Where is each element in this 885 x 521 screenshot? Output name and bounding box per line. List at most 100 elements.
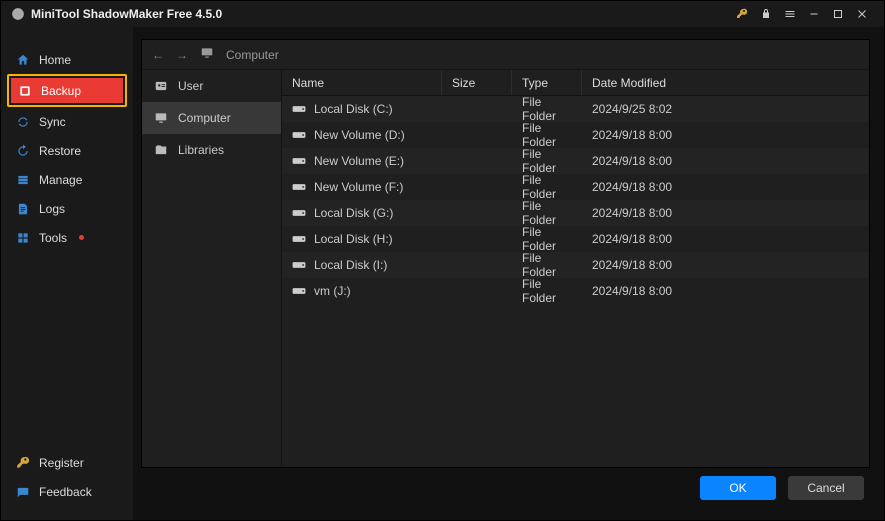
user-card-icon xyxy=(154,79,168,93)
sidebar-item-label: Manage xyxy=(39,173,82,187)
titlebar-minimize-button[interactable] xyxy=(802,4,826,24)
file-row[interactable]: New Volume (F:)File Folder2024/9/18 8:00 xyxy=(282,174,869,200)
manage-icon xyxy=(15,172,31,188)
sidebar-item-label: Restore xyxy=(39,144,81,158)
sidebar-item-feedback[interactable]: Feedback xyxy=(1,477,133,506)
computer-icon xyxy=(200,46,214,63)
restore-icon xyxy=(15,143,31,159)
dialog-footer: OK Cancel xyxy=(141,468,870,508)
file-row[interactable]: Local Disk (I:)File Folder2024/9/18 8:00 xyxy=(282,252,869,278)
file-row[interactable]: Local Disk (C:)File Folder2024/9/25 8:02 xyxy=(282,96,869,122)
file-type: File Folder xyxy=(512,226,582,252)
nav-forward-button[interactable]: → xyxy=(176,48,188,62)
tree-item-label: Libraries xyxy=(178,143,224,157)
notification-dot-icon xyxy=(79,235,84,240)
app-logo-icon xyxy=(11,7,25,21)
sidebar-item-tools[interactable]: Tools xyxy=(1,223,133,252)
libraries-icon xyxy=(154,143,168,157)
file-row[interactable]: Local Disk (H:) File Folder2024/9/18 8:00 xyxy=(282,226,869,252)
drive-icon xyxy=(292,286,306,296)
drive-icon xyxy=(292,234,306,244)
sidebar-item-restore[interactable]: Restore xyxy=(1,136,133,165)
file-date: 2024/9/18 8:00 xyxy=(582,148,869,174)
nav-back-button[interactable]: ← xyxy=(152,48,164,62)
titlebar-close-button[interactable] xyxy=(850,4,874,24)
sidebar: Home Backup Sync Restore xyxy=(1,27,133,520)
file-type: File Folder xyxy=(512,148,582,174)
sidebar-item-logs[interactable]: Logs xyxy=(1,194,133,223)
folder-tree: User Computer Libraries xyxy=(142,70,282,467)
drive-icon xyxy=(292,208,306,218)
column-header-size[interactable]: Size xyxy=(442,70,512,95)
file-name: Local Disk (C:) xyxy=(314,102,393,116)
home-icon xyxy=(15,52,31,68)
file-type: File Folder xyxy=(512,174,582,200)
sidebar-item-label: Home xyxy=(39,53,71,67)
logs-icon xyxy=(15,201,31,217)
file-size xyxy=(442,96,512,122)
column-header-date[interactable]: Date Modified xyxy=(582,70,869,95)
sidebar-highlight: Backup xyxy=(7,74,127,107)
app-window: MiniTool ShadowMaker Free 4.5.0 Home Bac… xyxy=(0,0,885,521)
file-row[interactable]: vm (J:)File Folder2024/9/18 8:00 xyxy=(282,278,869,304)
titlebar-key-button[interactable] xyxy=(730,4,754,24)
file-size xyxy=(442,148,512,174)
file-size xyxy=(442,200,512,226)
titlebar-lock-button[interactable] xyxy=(754,4,778,24)
breadcrumb-bar: ← → Computer xyxy=(142,40,869,70)
drive-icon xyxy=(292,182,306,192)
file-browser: ← → Computer User Computer xyxy=(141,39,870,468)
file-row[interactable]: New Volume (E:)File Folder2024/9/18 8:00 xyxy=(282,148,869,174)
sidebar-item-label: Register xyxy=(39,456,84,470)
key-icon xyxy=(15,455,31,471)
drive-icon xyxy=(292,156,306,166)
drive-icon xyxy=(292,260,306,270)
file-size xyxy=(442,122,512,148)
file-date: 2024/9/18 8:00 xyxy=(582,226,869,252)
file-row[interactable]: Local Disk (G:)File Folder2024/9/18 8:00 xyxy=(282,200,869,226)
sidebar-item-home[interactable]: Home xyxy=(1,45,133,74)
file-type: File Folder xyxy=(512,252,582,278)
file-name: Local Disk (H:) xyxy=(314,232,393,246)
feedback-icon xyxy=(15,484,31,500)
sidebar-item-manage[interactable]: Manage xyxy=(1,165,133,194)
file-date: 2024/9/18 8:00 xyxy=(582,278,869,304)
file-row[interactable]: New Volume (D:)File Folder2024/9/18 8:00 xyxy=(282,122,869,148)
titlebar-maximize-button[interactable] xyxy=(826,4,850,24)
tree-item-libraries[interactable]: Libraries xyxy=(142,134,281,166)
file-size xyxy=(442,278,512,304)
sidebar-item-label: Feedback xyxy=(39,485,92,499)
file-type: File Folder xyxy=(512,278,582,304)
tools-icon xyxy=(15,230,31,246)
file-size xyxy=(442,252,512,278)
file-size xyxy=(442,174,512,200)
sidebar-item-label: Logs xyxy=(39,202,65,216)
titlebar-menu-button[interactable] xyxy=(778,4,802,24)
column-header-type[interactable]: Type xyxy=(512,70,582,95)
sidebar-item-label: Sync xyxy=(39,115,66,129)
ok-button[interactable]: OK xyxy=(700,476,776,500)
sidebar-item-backup[interactable]: Backup xyxy=(11,78,123,103)
drive-icon xyxy=(292,104,306,114)
tree-item-label: User xyxy=(178,79,203,93)
backup-icon xyxy=(17,83,33,99)
file-size xyxy=(442,226,512,252)
file-list-rows: Local Disk (C:)File Folder2024/9/25 8:02… xyxy=(282,96,869,467)
sidebar-item-sync[interactable]: Sync xyxy=(1,107,133,136)
file-name: Local Disk (G:) xyxy=(314,206,393,220)
file-list-pane: Name Size Type Date Modified Local Disk … xyxy=(282,70,869,467)
sidebar-item-register[interactable]: Register xyxy=(1,448,133,477)
tree-item-label: Computer xyxy=(178,111,231,125)
tree-item-computer[interactable]: Computer xyxy=(142,102,281,134)
file-date: 2024/9/18 8:00 xyxy=(582,174,869,200)
file-name: Local Disk (I:) xyxy=(314,258,387,272)
cancel-button[interactable]: Cancel xyxy=(788,476,864,500)
computer-icon xyxy=(154,111,168,125)
column-header-name[interactable]: Name xyxy=(282,70,442,95)
tree-item-user[interactable]: User xyxy=(142,70,281,102)
file-date: 2024/9/25 8:02 xyxy=(582,96,869,122)
sidebar-item-label: Tools xyxy=(39,231,67,245)
app-title: MiniTool ShadowMaker Free 4.5.0 xyxy=(31,7,222,21)
file-date: 2024/9/18 8:00 xyxy=(582,122,869,148)
drive-icon xyxy=(292,130,306,140)
